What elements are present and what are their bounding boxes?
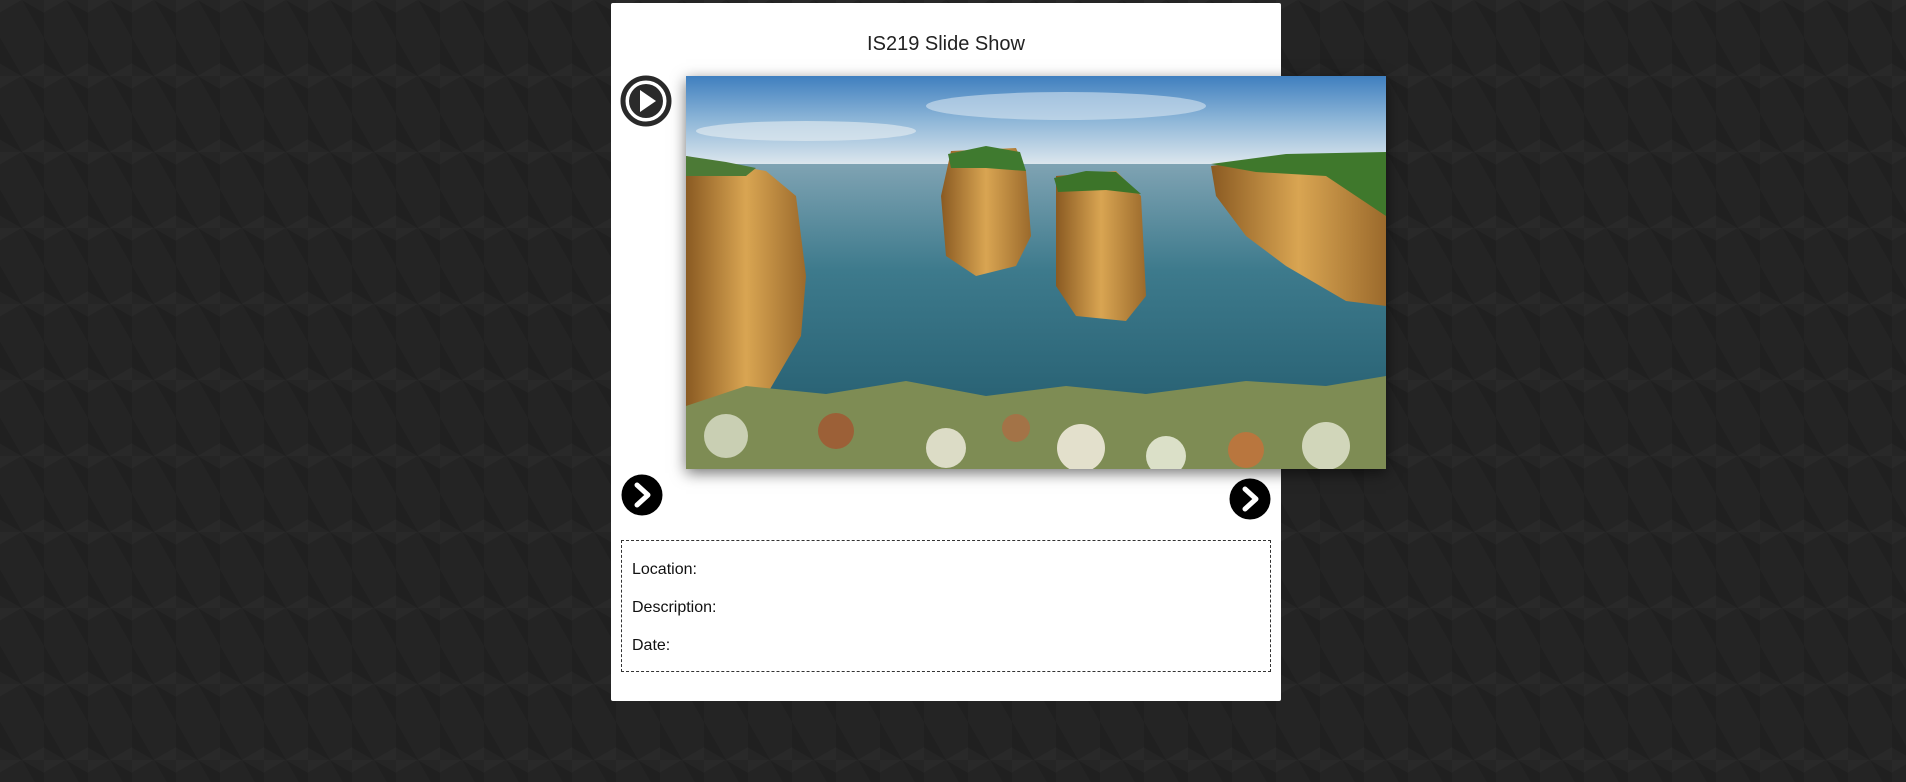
chevron-right-circle-icon — [1229, 478, 1271, 520]
chevron-right-circle-icon — [621, 474, 663, 516]
slide-info-box: Location: Description: Date: — [621, 540, 1271, 672]
location-label: Location: — [632, 561, 697, 578]
slide-image — [686, 76, 1386, 469]
next-button[interactable] — [1229, 478, 1271, 520]
play-circle-icon — [620, 75, 672, 127]
page-title: IS219 Slide Show — [867, 33, 1025, 55]
previous-button[interactable] — [621, 474, 663, 516]
description-label: Description: — [632, 599, 717, 616]
date-label: Date: — [632, 637, 671, 654]
play-button[interactable] — [620, 75, 672, 127]
